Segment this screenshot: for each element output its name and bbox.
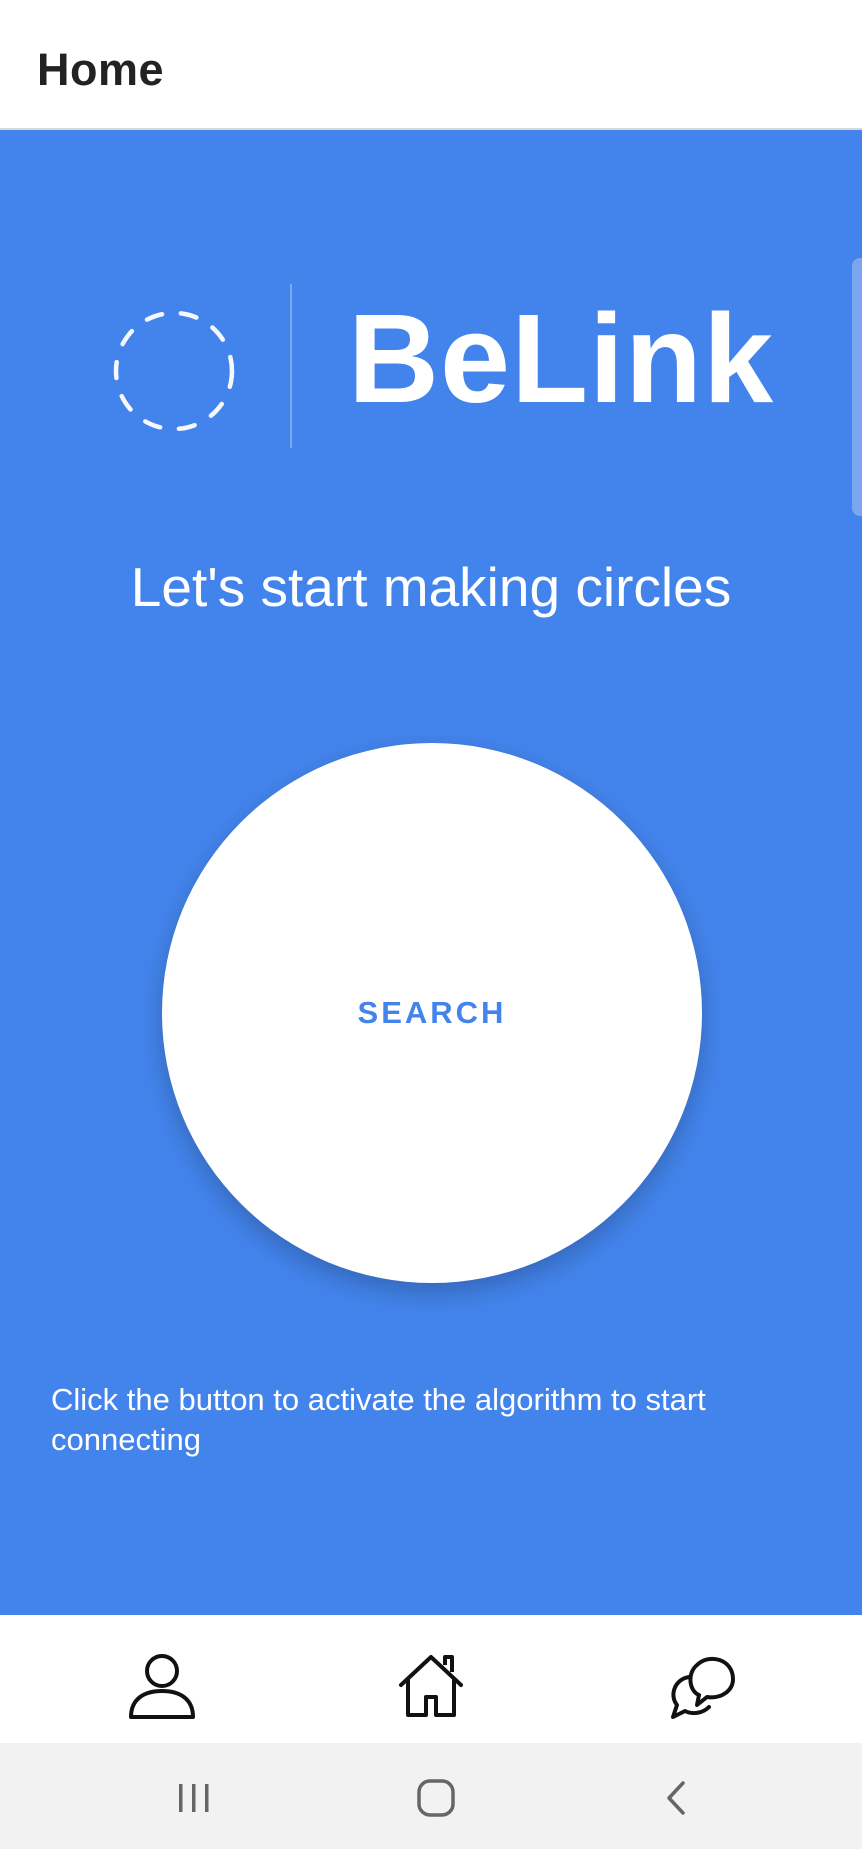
recent-apps-icon [169,1773,219,1823]
home-screen: BeLink Let's start making circles SEARCH… [0,130,862,1615]
chat-icon [663,1647,739,1723]
nav-profile[interactable] [124,1647,200,1723]
profile-icon [124,1647,200,1723]
belink-wordmark: BeLink [348,288,775,429]
app-bar: Home [0,0,862,130]
bottom-navigation [0,1615,862,1743]
search-button-label: SEARCH [357,995,507,1030]
back-button[interactable] [653,1773,703,1823]
belink-logo-circle-icon [108,305,240,437]
system-home-button[interactable] [411,1773,461,1823]
home-icon [393,1647,469,1723]
tagline: Let's start making circles [130,556,732,618]
recent-apps-button[interactable] [169,1773,219,1823]
logo-divider [290,284,292,448]
system-navigation-bar [0,1743,862,1849]
page-title: Home [37,44,165,95]
scrollbar[interactable] [852,258,862,516]
nav-chat[interactable] [663,1647,739,1723]
instructions-text: Click the button to activate the algorit… [51,1382,706,1457]
nav-home[interactable] [393,1647,469,1723]
search-button[interactable]: SEARCH [162,743,702,1283]
home-button-icon [411,1773,461,1823]
back-icon [653,1773,703,1823]
